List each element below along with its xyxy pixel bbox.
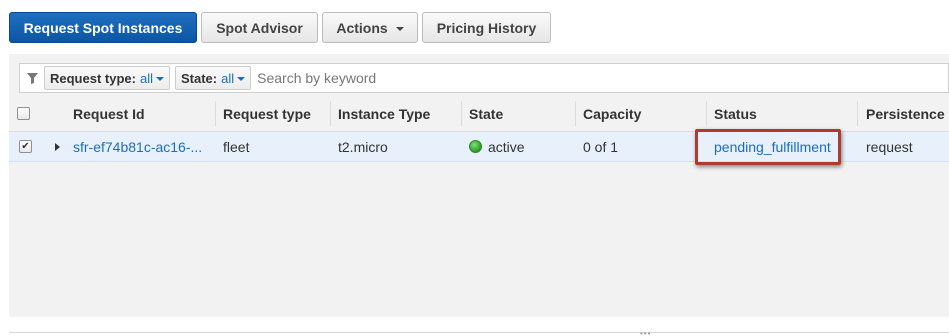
actions-label: Actions [336, 19, 388, 36]
column-header-label: Persistence [866, 105, 945, 122]
triangle-right-icon[interactable] [55, 142, 60, 151]
spot-advisor-label: Spot Advisor [216, 19, 303, 36]
pricing-history-button[interactable]: Pricing History [422, 12, 551, 43]
spot-advisor-button[interactable]: Spot Advisor [201, 12, 318, 43]
column-header-state[interactable]: State [461, 96, 575, 131]
select-all-checkbox[interactable] [17, 107, 30, 120]
panel-divider[interactable] [9, 332, 949, 333]
column-header-label: Status [714, 105, 757, 122]
state-cell: active [461, 132, 575, 161]
instance-type-cell: t2.micro [330, 132, 461, 161]
capacity-value: 0 of 1 [583, 138, 619, 155]
row-checkbox[interactable]: ✔ [19, 140, 32, 153]
toolbar: Request Spot Instances Spot Advisor Acti… [9, 12, 551, 43]
request-type-filter[interactable]: Request type: all [44, 66, 170, 90]
request-type-value: fleet [223, 138, 250, 155]
request-id-cell: sfr-ef74b81c-ac16-... [65, 132, 215, 161]
chevron-down-icon [395, 26, 404, 31]
request-type-filter-label: Request type: [50, 70, 136, 86]
state-value: active [488, 138, 525, 155]
request-id-link[interactable]: sfr-ef74b81c-ac16-... [73, 139, 202, 155]
column-header-request-id[interactable]: Request Id [65, 96, 215, 131]
actions-dropdown-button[interactable]: Actions [322, 12, 418, 43]
column-header-label: Instance Type [338, 105, 431, 122]
pricing-history-label: Pricing History [436, 19, 537, 36]
funnel-icon[interactable] [20, 64, 44, 92]
row-select-cell: ✔ [9, 132, 65, 161]
content-panel [9, 54, 949, 317]
select-all-cell [9, 96, 65, 131]
capacity-cell: 0 of 1 [575, 132, 706, 161]
request-spot-instances-label: Request Spot Instances [23, 19, 183, 36]
column-header-label: Request Id [73, 105, 145, 122]
request-type-filter-value: all [139, 70, 153, 86]
column-header-instance-type[interactable]: Instance Type [330, 96, 461, 131]
column-header-label: State [469, 105, 504, 122]
chevron-down-icon [237, 77, 246, 81]
persistence-cell: request [857, 132, 949, 161]
column-header-label: Capacity [583, 105, 642, 122]
request-spot-instances-button[interactable]: Request Spot Instances [9, 12, 197, 43]
spot-requests-table: Request Id Request type Instance Type St… [9, 96, 949, 162]
state-filter[interactable]: State: all [174, 66, 252, 90]
resize-handle-icon[interactable]: ••• [640, 331, 668, 336]
column-header-capacity[interactable]: Capacity [575, 96, 706, 131]
chevron-down-icon [155, 77, 164, 81]
state-filter-value: all [221, 70, 235, 86]
green-dot-icon [469, 140, 482, 153]
column-header-request-type[interactable]: Request type [215, 96, 330, 131]
column-header-label: Request type [223, 105, 311, 122]
search-input[interactable] [256, 65, 948, 91]
table-header: Request Id Request type Instance Type St… [9, 96, 949, 132]
status-cell: pending_fulfillment [706, 132, 857, 161]
filter-bar: Request type: all State: all [19, 63, 949, 93]
column-header-persistence[interactable]: Persistence [857, 96, 949, 131]
request-type-cell: fleet [215, 132, 330, 161]
table-row[interactable]: ✔ sfr-ef74b81c-ac16-... fleet t2.micro a… [9, 132, 949, 162]
state-filter-label: State: [180, 70, 218, 86]
persistence-value: request [866, 138, 913, 155]
column-header-status[interactable]: Status [706, 96, 857, 131]
status-link[interactable]: pending_fulfillment [714, 139, 831, 155]
instance-type-value: t2.micro [338, 138, 388, 155]
